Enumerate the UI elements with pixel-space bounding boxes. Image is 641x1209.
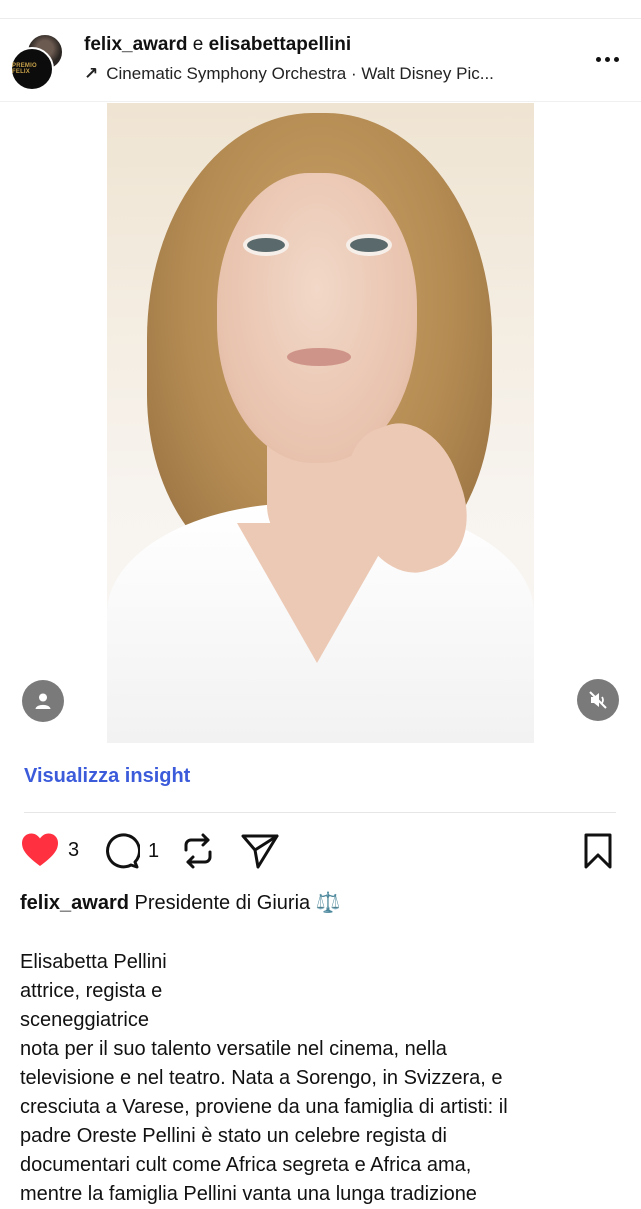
caption-line: padre Oreste Pellini è stato un celebre …: [20, 1125, 447, 1147]
coauthor-username[interactable]: elisabettapellini: [209, 34, 352, 55]
photo-eye-left: [247, 238, 285, 252]
caption-line: nota per il suo talento versatile nel ci…: [20, 1038, 447, 1060]
like-count: 3: [68, 838, 80, 861]
caption-line: attrice, regista e: [20, 980, 163, 1002]
comment-button[interactable]: 1: [102, 832, 159, 870]
mute-icon: [589, 691, 607, 709]
repost-button[interactable]: [180, 832, 216, 870]
more-options-button[interactable]: [590, 49, 624, 69]
share-icon: [241, 834, 279, 869]
mute-button[interactable]: [577, 679, 619, 721]
view-insights-link[interactable]: Visualizza insight: [24, 765, 190, 788]
tagged-users-button[interactable]: [22, 680, 64, 722]
bookmark-icon: [584, 833, 612, 869]
caption-body: Elisabetta Pellini attrice, regista e sc…: [20, 948, 620, 1209]
header-divider: [0, 101, 641, 102]
comment-icon: [106, 833, 140, 869]
caption-headline: felix_award Presidente di Giuria ⚖️: [20, 890, 341, 915]
comment-count: 1: [148, 839, 160, 862]
post-author-line: felix_award e elisabettapellini: [84, 34, 351, 56]
photo-eye-right: [350, 238, 388, 252]
caption-headline-text: Presidente di Giuria ⚖️: [128, 892, 341, 914]
share-button[interactable]: [240, 832, 280, 870]
save-button[interactable]: [582, 832, 614, 870]
post-header: PREMIO FELIX felix_award e elisabettapel…: [0, 19, 641, 101]
more-icon-dot: [613, 56, 619, 62]
person-icon: [35, 693, 51, 709]
arrow-up-right-icon: ↗: [84, 64, 99, 83]
caption-line: cresciuta a Varese, proviene da una fami…: [20, 1096, 508, 1118]
insights-divider: [24, 812, 616, 813]
repost-icon: [184, 833, 212, 869]
action-bar: 3 1: [0, 830, 641, 874]
avatar-group[interactable]: PREMIO FELIX: [10, 33, 66, 91]
author-joiner: e: [187, 34, 209, 55]
photo-face: [217, 173, 417, 463]
more-icon-dot: [595, 56, 601, 62]
more-icon-dot: [604, 56, 610, 62]
caption-line: documentari cult come Africa segreta e A…: [20, 1154, 472, 1176]
post-photo[interactable]: [107, 103, 534, 743]
author-username[interactable]: felix_award: [84, 34, 188, 55]
caption-username[interactable]: felix_award: [20, 892, 129, 914]
like-button[interactable]: 3: [20, 832, 79, 868]
avatar-logo-text: PREMIO FELIX: [12, 63, 37, 75]
audio-attribution[interactable]: ↗ Cinematic Symphony Orchestra · Walt Dis…: [84, 64, 494, 84]
avatar-felix-award[interactable]: PREMIO FELIX: [10, 47, 54, 91]
audio-label: Cinematic Symphony Orchestra · Walt Disn…: [106, 64, 494, 83]
caption-line: Elisabetta Pellini: [20, 951, 167, 973]
heart-icon: [22, 833, 58, 866]
caption-line: sceneggiatrice: [20, 1009, 149, 1031]
caption-line: mentre la famiglia Pellini vanta una lun…: [20, 1183, 477, 1205]
photo-lips: [287, 348, 351, 366]
caption-line: televisione e nel teatro. Nata a Sorengo…: [20, 1067, 503, 1089]
